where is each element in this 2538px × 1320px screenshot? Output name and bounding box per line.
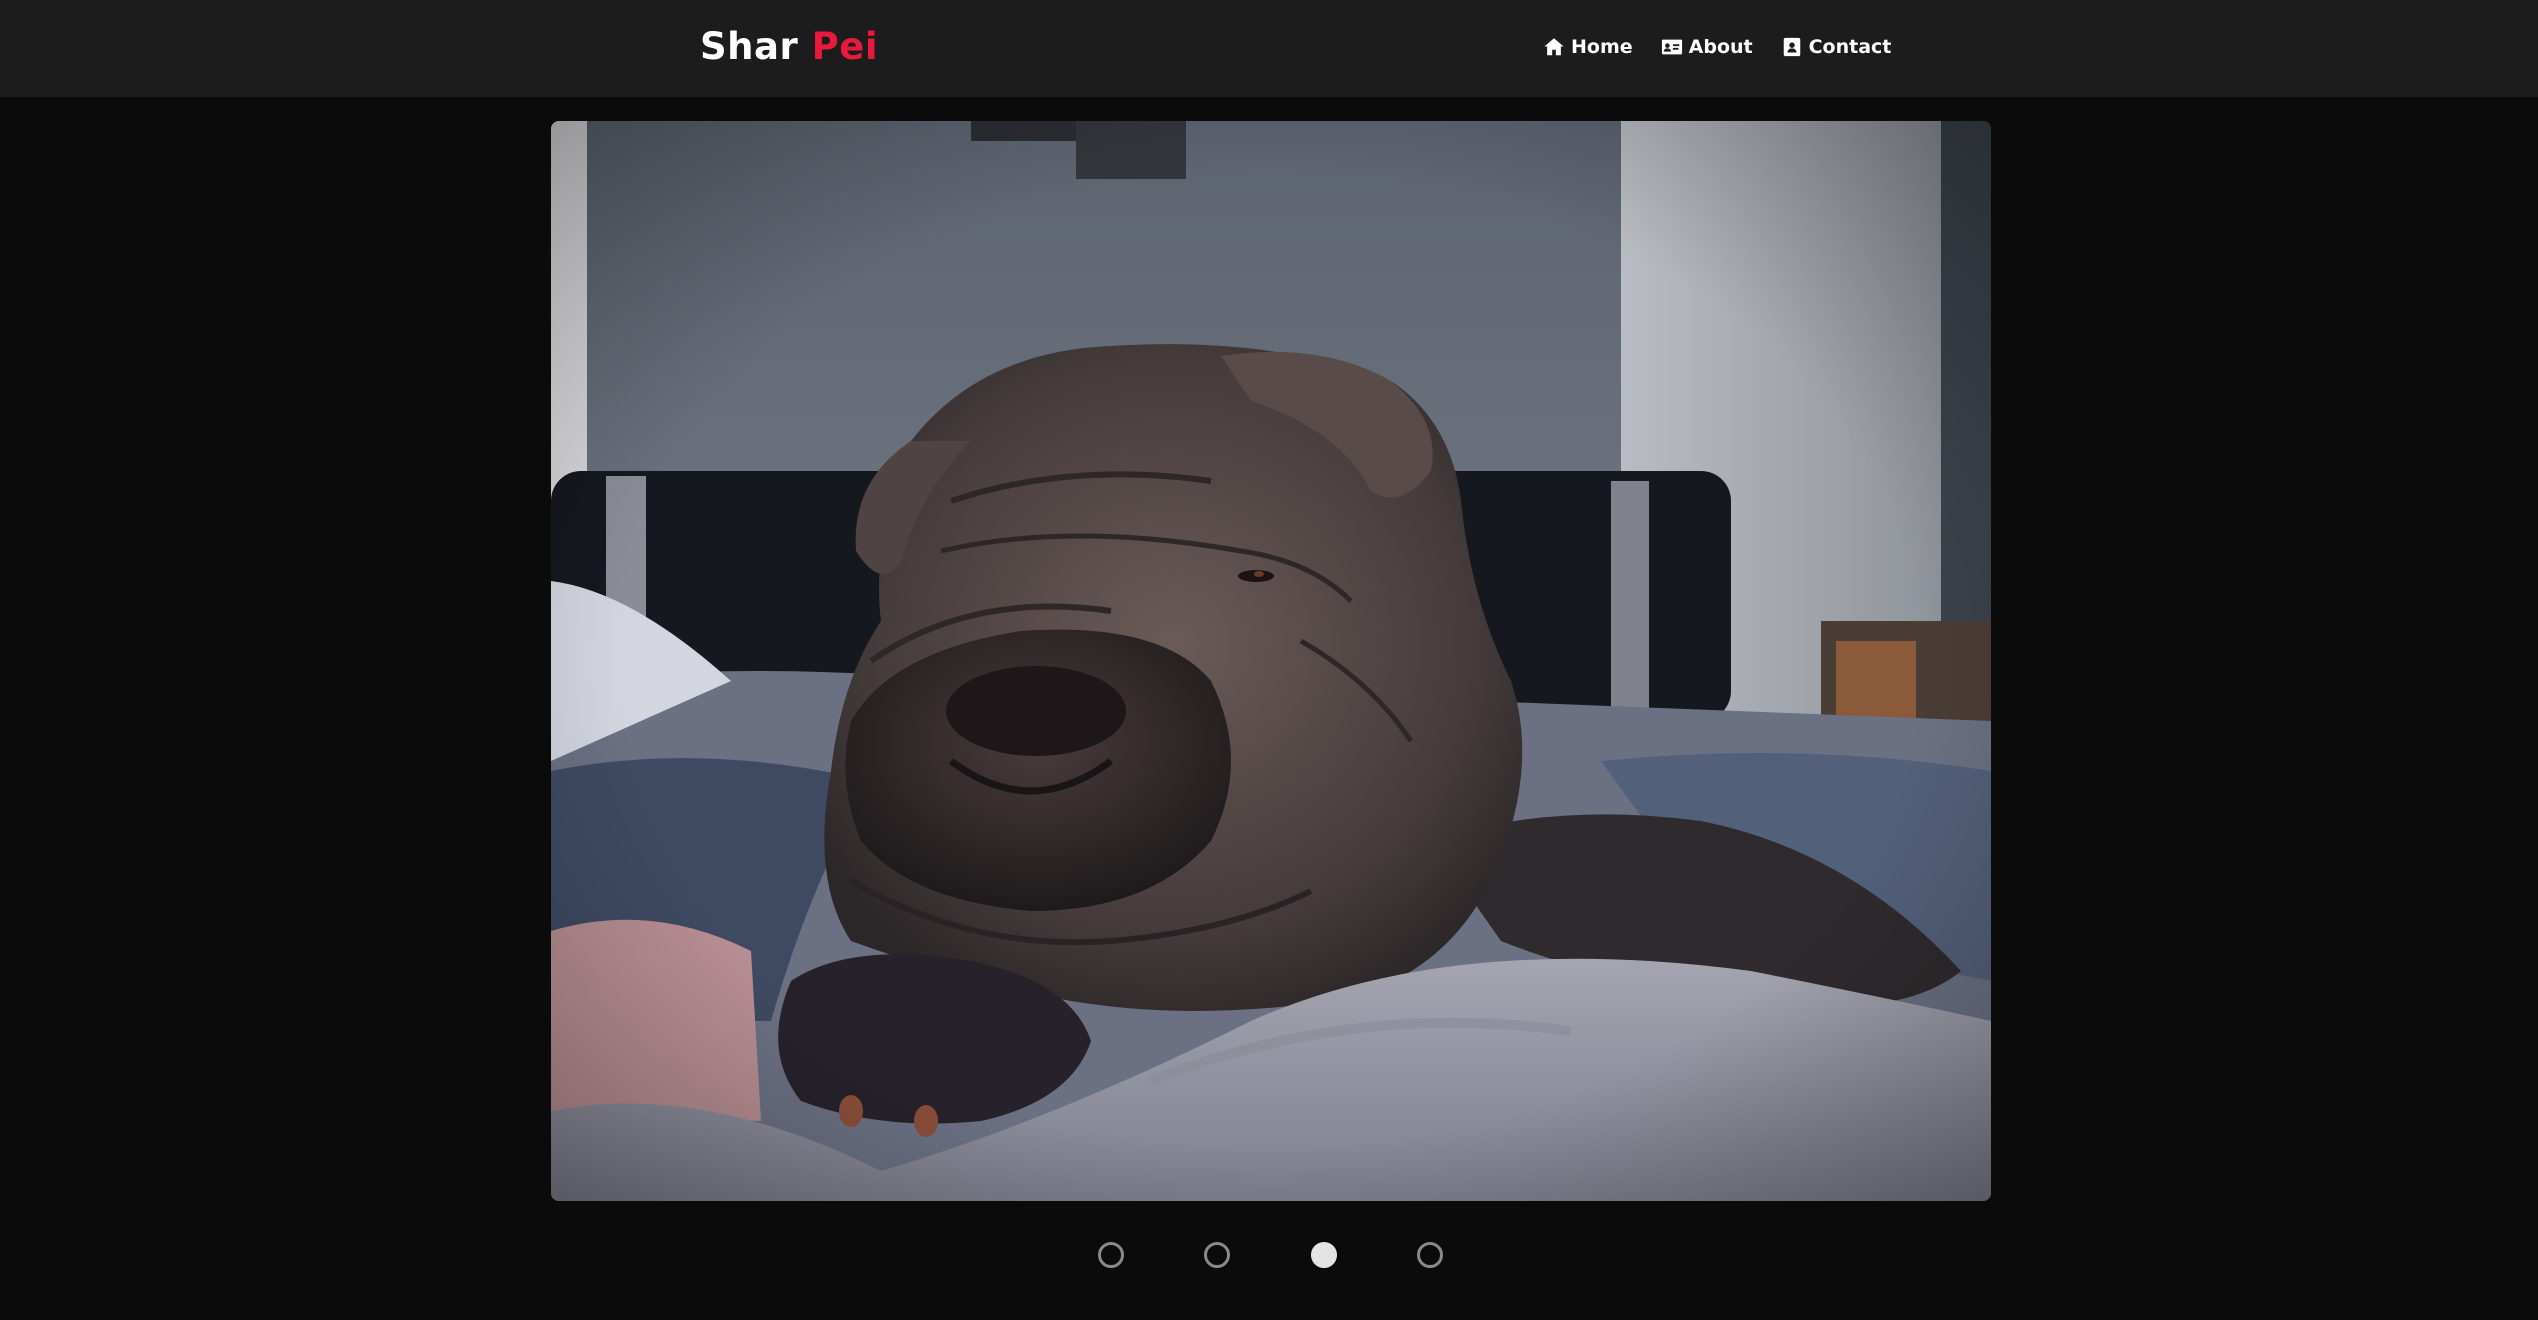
main-nav: Home About Contact bbox=[1543, 30, 1891, 64]
nav-home-link[interactable]: Home bbox=[1543, 36, 1633, 58]
nav-home-label: Home bbox=[1571, 36, 1633, 58]
brand-logo[interactable]: Shar Pei bbox=[700, 22, 878, 72]
slide-image-shar-pei-dog bbox=[551, 121, 1991, 1201]
id-card-icon bbox=[1661, 39, 1682, 55]
image-slider[interactable] bbox=[551, 121, 1991, 1201]
slider-dot-1[interactable] bbox=[1098, 1242, 1124, 1268]
nav-contact-label: Contact bbox=[1808, 36, 1892, 58]
slider-dot-4[interactable] bbox=[1416, 1242, 1443, 1268]
home-icon bbox=[1544, 38, 1564, 56]
nav-about-link[interactable]: About bbox=[1661, 36, 1753, 58]
slider-dot-3[interactable] bbox=[1310, 1242, 1337, 1268]
nav-contact-link[interactable]: Contact bbox=[1781, 36, 1892, 58]
brand-name-second: Pei bbox=[811, 25, 879, 68]
contact-card-icon bbox=[1783, 37, 1800, 57]
nav-about-label: About bbox=[1688, 36, 1753, 58]
slider-pagination bbox=[1098, 1241, 1443, 1269]
navbar: Shar Pei Home About Contact bbox=[0, 0, 2538, 97]
brand-name-first: Shar bbox=[700, 25, 799, 68]
slider-dot-2[interactable] bbox=[1204, 1242, 1231, 1268]
